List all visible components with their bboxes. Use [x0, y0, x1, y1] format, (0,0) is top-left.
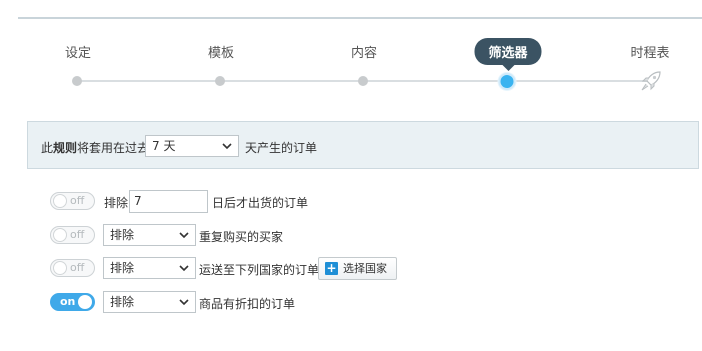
repeat-buyers-label: 重复购买的买家: [199, 230, 284, 244]
countries-label: 运送至下列国家的订单:: [199, 263, 324, 277]
step-label-content[interactable]: 内容: [351, 42, 377, 61]
step-label-filters-active[interactable]: 筛选器: [474, 38, 542, 71]
plus-icon: +: [325, 261, 338, 275]
toggle-knob: [53, 261, 67, 275]
exclude-label: 排除: [104, 196, 129, 210]
rule-description: 此规则将套用在过去: [41, 141, 150, 155]
step-dot-filters[interactable]: [498, 73, 516, 90]
top-divider: [18, 17, 702, 19]
chevron-down-icon: [179, 232, 189, 239]
rocket-icon[interactable]: [640, 70, 662, 92]
countries-select[interactable]: 排除: [103, 257, 196, 279]
chevron-down-icon: [179, 265, 189, 272]
toggle-repeat-buyers[interactable]: off: [50, 226, 95, 244]
late-shipping-label: 日后才出货的订单: [212, 196, 309, 210]
step-dot-content[interactable]: [358, 76, 368, 86]
step-dot-settings[interactable]: [72, 76, 82, 86]
discounted-label: 商品有折扣的订单: [199, 297, 296, 311]
toggle-discounted[interactable]: on: [50, 293, 95, 311]
step-label-schedule[interactable]: 时程表: [630, 42, 669, 61]
period-select[interactable]: 7 天: [145, 135, 239, 157]
step-label-settings[interactable]: 设定: [65, 42, 91, 61]
rule-suffix: 天产生的订单: [245, 141, 318, 155]
toggle-knob: [53, 194, 67, 208]
days-input[interactable]: 7: [129, 190, 208, 213]
toggle-knob: [78, 295, 92, 309]
discounted-select[interactable]: 排除: [103, 291, 196, 313]
step-dot-template[interactable]: [215, 76, 225, 86]
chevron-down-icon: [222, 143, 232, 150]
step-label-template[interactable]: 模板: [208, 42, 234, 61]
toggle-late-shipping[interactable]: off: [50, 192, 95, 210]
toggle-countries[interactable]: off: [50, 259, 95, 277]
chevron-down-icon: [179, 299, 189, 306]
select-countries-button[interactable]: + 选择国家: [318, 257, 397, 280]
repeat-buyers-select[interactable]: 排除: [103, 224, 196, 246]
toggle-knob: [53, 228, 67, 242]
